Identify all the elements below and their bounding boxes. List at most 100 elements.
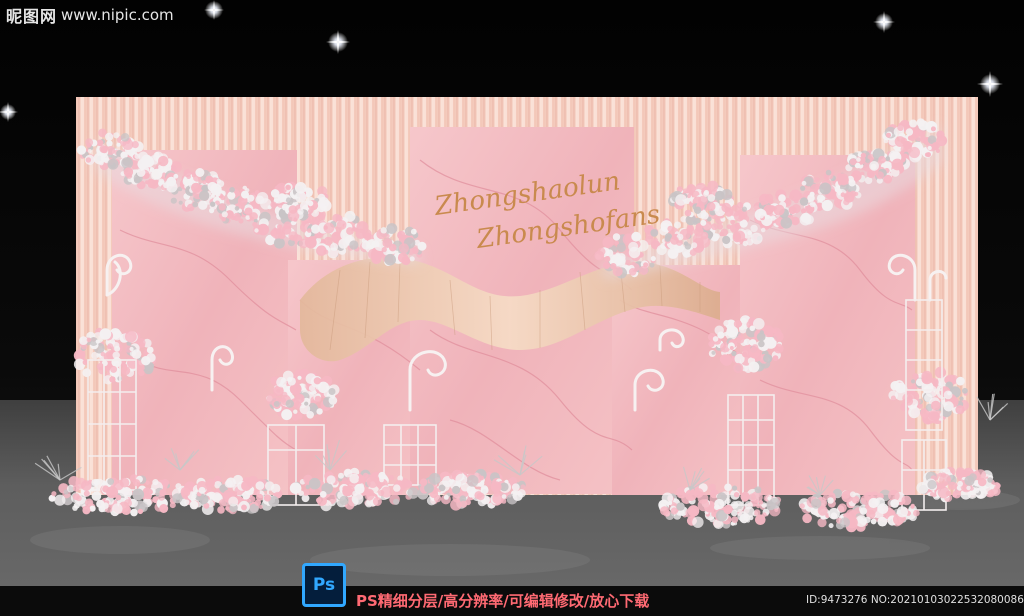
flower-bloom	[689, 249, 697, 256]
flower-bloom	[723, 504, 733, 515]
flower-bloom	[276, 376, 287, 388]
flower-bloom	[859, 507, 868, 515]
flower-bloom	[476, 492, 485, 501]
flower-bloom	[878, 155, 886, 164]
flower-bloom	[821, 199, 833, 212]
flower-bloom	[364, 490, 375, 501]
flower-bloom	[799, 503, 805, 509]
flower-bloom	[323, 249, 329, 255]
flower-bloom	[604, 256, 611, 262]
flower-bloom	[82, 359, 89, 366]
flower-bloom	[85, 138, 94, 147]
flower-bloom	[241, 190, 249, 199]
flower-bloom	[667, 500, 673, 506]
flower-bloom	[700, 231, 709, 240]
flower-bloom	[256, 192, 269, 204]
flower-bloom	[180, 487, 191, 497]
flower-bloom	[310, 224, 320, 234]
flower-bloom	[195, 168, 205, 177]
flower-bloom	[864, 516, 871, 523]
flower-bloom	[330, 243, 339, 251]
flower-bloom	[183, 169, 192, 178]
flower-bloom	[687, 505, 700, 517]
flower-bloom	[232, 212, 241, 221]
flower-bloom	[89, 505, 96, 512]
watermark-logo: 昵图网	[6, 7, 58, 26]
flower-bloom	[81, 480, 92, 491]
flower-bloom	[297, 375, 302, 380]
flower-bloom	[460, 500, 468, 508]
flower-bloom	[902, 393, 913, 404]
flower-bloom	[304, 401, 309, 406]
flower-bloom	[254, 228, 259, 233]
flower-bloom	[927, 145, 932, 151]
flower-bloom	[264, 225, 269, 230]
flower-bloom	[412, 247, 419, 255]
flower-bloom	[192, 201, 199, 208]
flower-bloom	[827, 497, 834, 504]
flower-bloom	[76, 145, 87, 155]
flower-bloom	[219, 499, 227, 507]
flower-bloom	[138, 151, 149, 162]
flower-bloom	[700, 219, 707, 226]
flower-bloom	[199, 190, 210, 201]
flower-bloom	[930, 126, 936, 132]
flower-bloom	[758, 340, 765, 348]
flower-bloom	[96, 363, 104, 371]
flower-bloom	[150, 169, 162, 181]
flower-bloom	[112, 351, 120, 359]
flower-bloom	[736, 335, 745, 344]
flower-bloom	[511, 483, 520, 492]
flower-bloom	[602, 261, 611, 269]
flower-bloom	[849, 491, 856, 498]
flower-bloom	[799, 197, 809, 206]
flower-bloom	[811, 498, 822, 509]
flower-bloom	[359, 483, 365, 488]
flower-bloom	[344, 210, 356, 222]
flower-bloom	[249, 496, 256, 503]
flower-bloom	[903, 140, 912, 150]
flower-bloom	[731, 350, 737, 357]
flower-bloom	[256, 493, 264, 501]
flower-bloom	[393, 498, 400, 505]
flower-bloom	[54, 494, 66, 506]
flower-bloom	[706, 202, 716, 212]
flower-bloom	[905, 128, 914, 136]
flower-bloom	[428, 473, 441, 485]
flower-bloom	[688, 191, 694, 196]
watermark-image-id: ID:9473276 NO:20210103022532080086	[806, 594, 1024, 606]
flower-bloom	[163, 167, 168, 172]
flower-bloom	[129, 346, 134, 352]
flower-bloom	[319, 491, 327, 498]
watermark-site: 昵图网 www.nipic.com	[6, 5, 174, 26]
flower-bloom	[891, 158, 904, 171]
flower-bloom	[977, 477, 987, 487]
flower-bloom	[756, 332, 766, 342]
flower-bloom	[384, 253, 397, 266]
flower-bloom	[740, 317, 747, 324]
flower-bloom	[876, 171, 884, 180]
flower-bloom	[95, 487, 100, 492]
flower-bloom	[317, 199, 326, 208]
flower-bloom	[170, 165, 177, 172]
flower-bloom	[130, 508, 138, 517]
flower-bloom	[159, 504, 169, 513]
flower-bloom	[839, 517, 851, 528]
flower-bloom	[733, 492, 740, 498]
flower-bloom	[684, 243, 692, 250]
flower-bloom	[962, 387, 968, 394]
flower-bloom	[901, 495, 912, 506]
flower-bloom	[714, 233, 720, 239]
flower-bloom	[501, 498, 507, 504]
flower-bloom	[743, 338, 751, 346]
flower-bloom	[745, 518, 751, 523]
flower-bloom	[922, 376, 929, 383]
flower-bloom	[379, 477, 384, 483]
flower-bloom	[455, 473, 468, 486]
flower-bloom	[677, 490, 686, 499]
flower-bloom	[95, 339, 100, 344]
flower-bloom	[959, 396, 964, 401]
flower-bloom	[943, 401, 954, 412]
flower-bloom	[860, 152, 867, 159]
flower-bloom	[221, 217, 226, 222]
